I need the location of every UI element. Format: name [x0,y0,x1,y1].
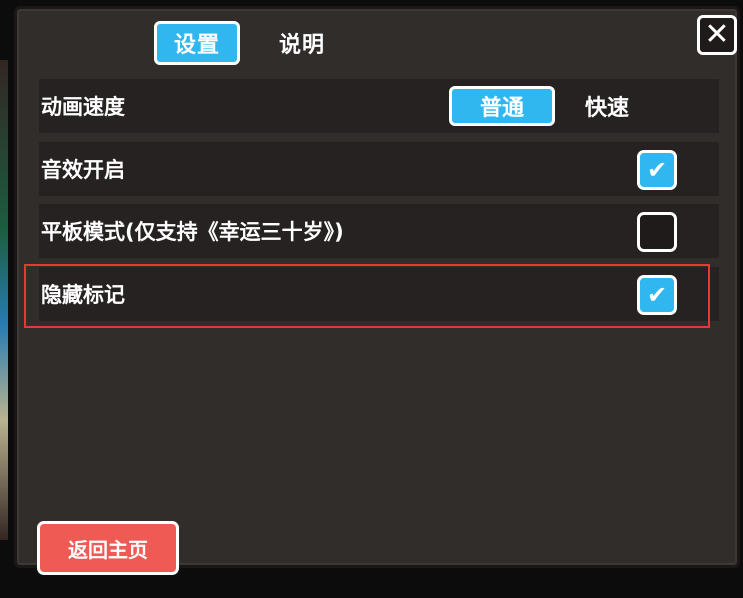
checkmark-icon: ✔ [646,156,668,184]
tab-help[interactable]: 说明 [267,21,337,65]
sound-checkbox[interactable]: ✔ [637,150,677,190]
close-button[interactable]: ✕ [697,15,737,55]
game-screen: 设置 说明 ✕ 动画速度 普通 快速 音效开启 ✔ 平板模式(仅支持《幸运三十岁… [0,0,743,598]
close-icon: ✕ [704,17,730,52]
speed-option-normal[interactable]: 普通 [449,86,555,126]
setting-row-sound: 音效开启 ✔ [39,142,719,196]
tablet-mode-checkbox[interactable] [637,212,677,252]
setting-row-tablet-mode: 平板模式(仅支持《幸运三十岁》) [39,204,719,258]
highlight-annotation-box [24,264,710,328]
setting-row-animation-speed: 动画速度 普通 快速 [39,79,719,133]
tab-settings[interactable]: 设置 [154,21,240,65]
settings-panel: 设置 说明 ✕ 动画速度 普通 快速 音效开启 ✔ 平板模式(仅支持《幸运三十岁… [14,6,740,575]
animation-speed-label: 动画速度 [41,95,125,119]
tablet-mode-label: 平板模式(仅支持《幸运三十岁》) [41,220,344,244]
sound-label: 音效开启 [41,158,125,182]
background-game-scene [0,60,8,540]
speed-option-fast[interactable]: 快速 [569,86,645,126]
return-home-button[interactable]: 返回主页 [37,521,179,575]
